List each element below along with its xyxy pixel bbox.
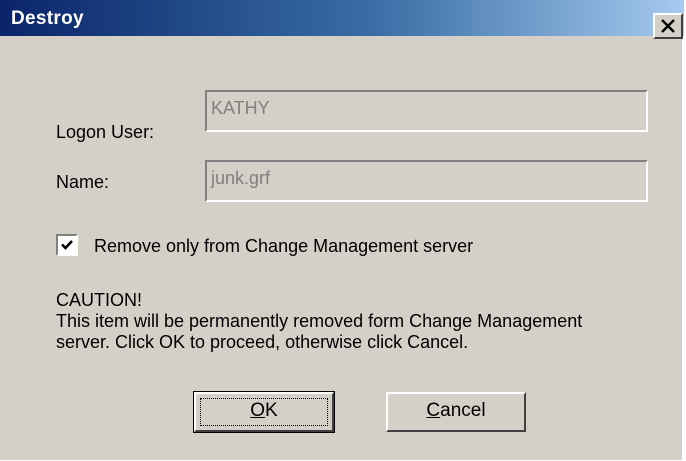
focus-ring: [200, 398, 328, 426]
name-label: Name:: [56, 172, 110, 192]
caution-line-1: This item will be permanently removed fo…: [56, 311, 583, 331]
ok-button[interactable]: OK: [193, 391, 335, 433]
close-button[interactable]: [653, 13, 683, 39]
caution-line-2: server. Click OK to proceed, otherwise c…: [56, 332, 469, 352]
cancel-mnemonic: C: [426, 400, 441, 421]
cancel-button[interactable]: Cancel: [386, 392, 526, 432]
title-bar[interactable]: Destroy: [0, 0, 684, 36]
caution-heading: CAUTION!: [56, 290, 143, 310]
remove-only-label[interactable]: Remove only from Change Management serve…: [94, 236, 473, 257]
destroy-dialog: Destroy Logon User: KATHY Name: junk.grf…: [0, 0, 684, 460]
cancel-label-rest: ancel: [440, 400, 486, 421]
remove-only-checkbox[interactable]: [56, 234, 78, 256]
caution-message: CAUTION! This item will be permanently r…: [56, 290, 676, 353]
name-field: junk.grf: [205, 160, 648, 202]
window-title: Destroy: [11, 8, 84, 29]
logon-user-label: Logon User:: [56, 122, 155, 142]
check-icon: [61, 240, 73, 250]
logon-user-field: KATHY: [205, 90, 648, 132]
